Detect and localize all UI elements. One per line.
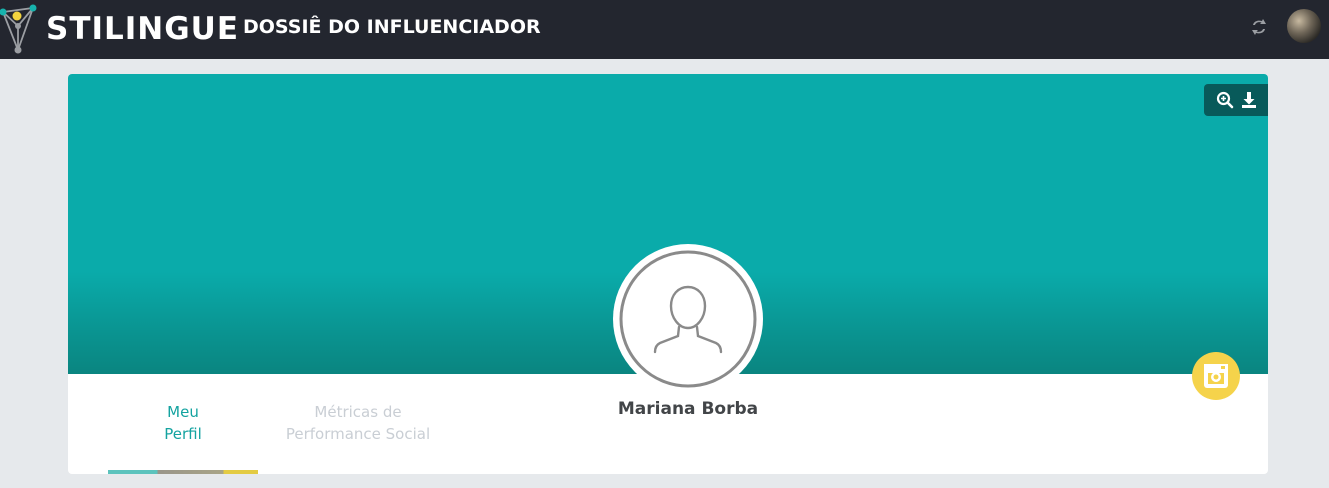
zoom-icon[interactable] [1216,91,1234,109]
brand-name: STILINGUE [46,11,240,47]
tab-my-profile[interactable]: Meu Perfil [108,401,258,445]
tab-metrics-label-line2: Performance Social [285,425,431,443]
cover-actions-toolbar [1204,84,1268,116]
page-title: DOSSIÊ DO INFLUENCIADOR [243,16,541,38]
refresh-icon[interactable] [1248,16,1270,38]
tab-metrics-label-line1: Métricas de [314,403,402,421]
active-tab-indicator [108,470,258,474]
tab-social-performance-metrics[interactable]: Métricas de Performance Social [273,401,443,445]
user-avatar[interactable] [1287,9,1321,43]
tab-my-profile-label-line2: Perfil [164,425,202,443]
tab-my-profile-label-line1: Meu [167,403,199,421]
instagram-badge[interactable] [1192,352,1240,400]
profile-photo [613,244,763,394]
profile-card: Mariana Borba Meu Perfil Métricas de Per… [68,74,1268,474]
stilingue-logo-icon[interactable] [0,0,40,58]
profile-name: Mariana Borba [617,399,759,419]
download-icon[interactable] [1240,91,1258,109]
instagram-icon [1204,364,1228,388]
top-navigation-bar: STILINGUE DOSSIÊ DO INFLUENCIADOR [0,0,1329,59]
default-user-icon [614,245,762,393]
